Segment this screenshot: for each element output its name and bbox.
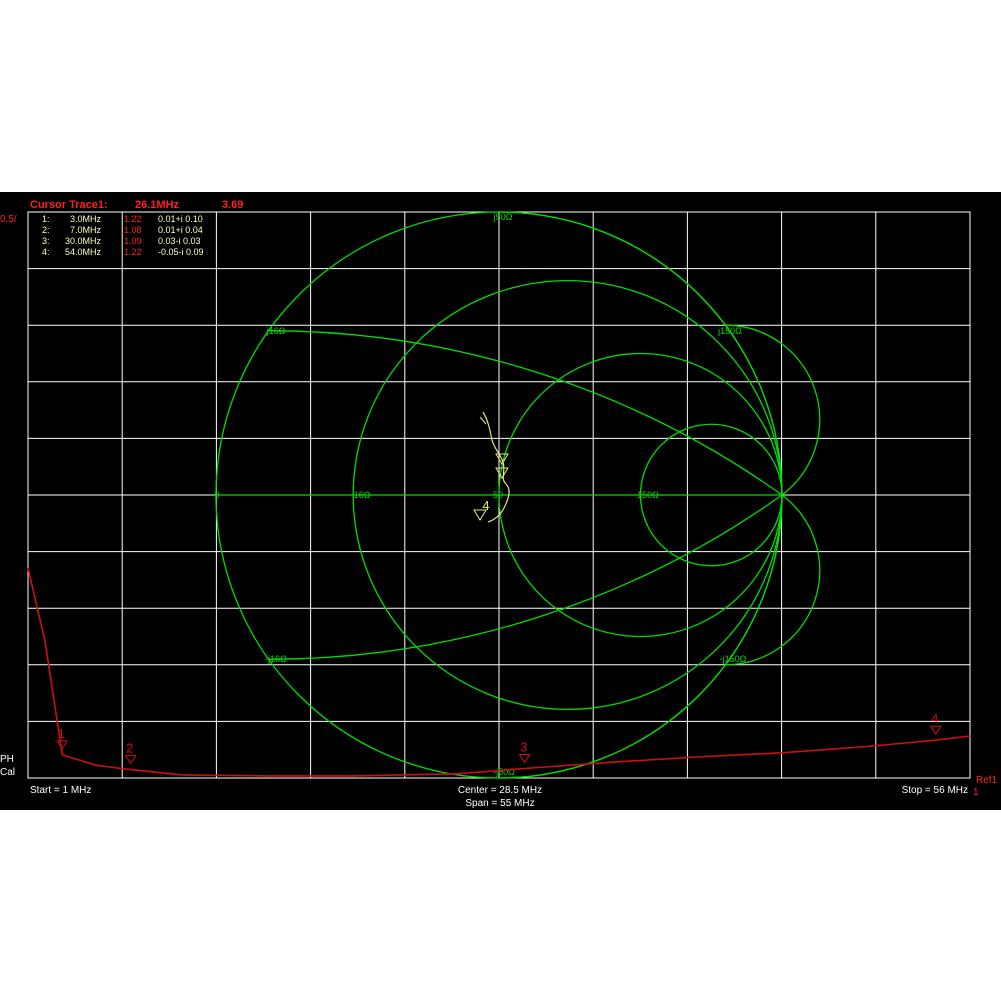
label-r0: 0 bbox=[214, 490, 219, 500]
stop-freq: Stop = 56 MHz bbox=[902, 785, 968, 796]
marker-triangle bbox=[518, 754, 531, 764]
reactance-arc bbox=[725, 494, 821, 666]
marker-index: 4: bbox=[42, 247, 50, 257]
marker-number: 4 bbox=[931, 711, 938, 726]
smith-marker-number: 4 bbox=[482, 498, 489, 513]
marker-index: 1: bbox=[42, 214, 50, 224]
smith-trace-markers bbox=[473, 416, 509, 521]
ph-label: PH bbox=[0, 754, 14, 765]
marker-freq: 3.0MHz bbox=[70, 214, 102, 224]
label-minus-j150: -j150Ω bbox=[720, 654, 747, 664]
marker-swr: 1.22 bbox=[124, 214, 142, 224]
label-r16: 16Ω bbox=[354, 490, 371, 500]
marker-triangle bbox=[124, 755, 137, 765]
marker-number: 2 bbox=[126, 741, 133, 756]
cursor-value: 3.69 bbox=[222, 199, 243, 211]
cursor-freq: 26.1MHz bbox=[135, 199, 180, 211]
marker-freq: 30.0MHz bbox=[65, 236, 102, 246]
marker-freq: 7.0MHz bbox=[70, 225, 102, 235]
marker-number: 1 bbox=[58, 726, 65, 741]
span-freq: Span = 55 MHz bbox=[465, 798, 534, 809]
marker-swr: 1.09 bbox=[124, 236, 142, 246]
marker-table: 1: 3.0MHz 1.22 0.01+i 0.10 2: 7.0MHz 1.08 0.01+… bbox=[42, 214, 204, 257]
center-freq: Center = 28.5 MHz bbox=[458, 785, 542, 796]
marker-impedance: -0.05-i 0.09 bbox=[158, 247, 204, 257]
marker-index: 3: bbox=[42, 236, 50, 246]
vna-display: j50Ω -j50Ω j16Ω j150Ω -j16Ω -j150Ω 0 16Ω 50 150Ω … bbox=[0, 192, 1001, 810]
label-j50: j50Ω bbox=[493, 212, 513, 222]
cursor-label: Cursor Trace1: bbox=[30, 199, 108, 211]
display-canvas: j50Ω-j50Ωj16Ω j150Ω-j16Ω -j150Ω0 16Ω 50 150Ω … bbox=[0, 199, 998, 809]
label-j16: j16Ω bbox=[266, 326, 286, 336]
marker-swr: 1.08 bbox=[124, 225, 142, 235]
start-freq: Start = 1 MHz bbox=[30, 785, 91, 796]
label-minus-j50: -j50Ω bbox=[493, 767, 515, 777]
label-j150: j150Ω bbox=[717, 326, 742, 336]
marker-index: 2: bbox=[42, 225, 50, 235]
label-minus-j16: -j16Ω bbox=[265, 654, 287, 664]
ref-label: Ref1 bbox=[976, 775, 998, 786]
smith-trace: 4 bbox=[473, 411, 510, 523]
marker-triangle bbox=[56, 740, 69, 750]
marker-impedance: 0.01+i 0.10 bbox=[158, 214, 203, 224]
ref-number: 1 bbox=[973, 787, 979, 798]
cal-label: Cal bbox=[0, 767, 15, 778]
label-r50: 50 bbox=[493, 490, 503, 500]
smith-chart bbox=[215, 211, 821, 779]
marker-impedance: 0.01+i 0.04 bbox=[158, 225, 203, 235]
label-r150: 150Ω bbox=[637, 490, 659, 500]
marker-impedance: 0.03-i 0.03 bbox=[158, 236, 201, 246]
marker-triangle bbox=[929, 725, 942, 736]
scale-label: 0.5/ bbox=[0, 214, 17, 225]
marker-swr: 1.22 bbox=[124, 247, 142, 257]
marker-number: 3 bbox=[520, 740, 527, 755]
marker-freq: 54.0MHz bbox=[65, 247, 102, 257]
reactance-arc bbox=[725, 324, 821, 496]
